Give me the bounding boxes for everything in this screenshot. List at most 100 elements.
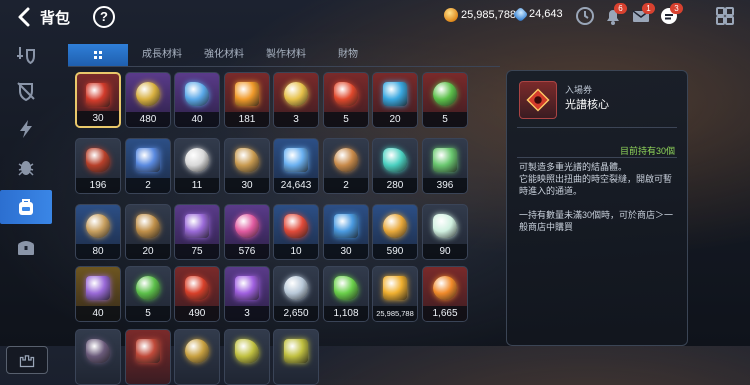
item-count: 20 bbox=[373, 112, 417, 127]
inventory-item[interactable]: 3 bbox=[273, 72, 319, 128]
inventory-item[interactable] bbox=[224, 329, 270, 385]
inventory-item[interactable]: 1,108 bbox=[323, 266, 369, 322]
sidebar-item-defense[interactable] bbox=[8, 74, 44, 108]
alarm-bell-icon[interactable]: 6 bbox=[602, 3, 627, 27]
bullet-icon bbox=[225, 139, 269, 180]
item-count: 5 bbox=[126, 306, 170, 321]
inventory-item[interactable]: 90 bbox=[422, 204, 468, 260]
chat-badge: 3 bbox=[670, 3, 683, 14]
item-count: 11 bbox=[175, 178, 219, 193]
inventory-item[interactable]: 40 bbox=[174, 72, 220, 128]
sidebar-item-storage[interactable] bbox=[8, 230, 44, 264]
item-count: 24,643 bbox=[274, 178, 318, 193]
back-arrow-icon[interactable] bbox=[14, 6, 36, 28]
menu-grid-icon[interactable] bbox=[714, 5, 736, 27]
tab-valuables[interactable]: 財物 bbox=[318, 44, 378, 66]
item-detail-panel: 入場券 光譜核心 目前持有30個 可製造多重光譜的結晶體。 它能映照出扭曲的時空… bbox=[506, 70, 688, 346]
tab-craft-materials[interactable]: 製作材料 bbox=[256, 44, 316, 66]
inventory-item[interactable]: 20 bbox=[372, 72, 418, 128]
mail-icon[interactable]: 1 bbox=[630, 3, 655, 27]
torch-icon bbox=[324, 139, 368, 180]
item-count: 576 bbox=[225, 244, 269, 259]
inventory-item[interactable]: 590 bbox=[372, 204, 418, 260]
inventory-item[interactable]: 24,643 bbox=[273, 138, 319, 194]
purple-medal-icon bbox=[225, 267, 269, 308]
item-count: 5 bbox=[423, 112, 467, 127]
blue-gem-icon bbox=[274, 139, 318, 180]
inventory-item[interactable]: 576 bbox=[224, 204, 270, 260]
gold-coin-icon bbox=[444, 8, 458, 22]
inventory-item[interactable]: 196 bbox=[75, 138, 121, 194]
chat-icon[interactable]: 3 bbox=[658, 3, 683, 27]
item-count: 40 bbox=[175, 112, 219, 127]
help-icon[interactable]: ? bbox=[93, 6, 115, 28]
item-count: 1,108 bbox=[324, 306, 368, 321]
silver-shard-icon bbox=[274, 267, 318, 308]
inventory-item[interactable]: 396 bbox=[422, 138, 468, 194]
inventory-item[interactable]: 80 bbox=[75, 204, 121, 260]
inventory-item[interactable]: 11 bbox=[174, 138, 220, 194]
water-essence-icon bbox=[373, 73, 417, 114]
inventory-item[interactable]: 10 bbox=[273, 204, 319, 260]
inventory-item[interactable]: 1,665 bbox=[422, 266, 468, 322]
all-grid-icon bbox=[94, 51, 102, 59]
inventory-item[interactable]: 2 bbox=[125, 138, 171, 194]
item-count: 490 bbox=[175, 306, 219, 321]
item-count: 280 bbox=[373, 178, 417, 193]
inventory-item[interactable] bbox=[75, 329, 121, 385]
inventory-item[interactable]: 3 bbox=[224, 266, 270, 322]
inventory-item[interactable]: 40 bbox=[75, 266, 121, 322]
teal-crystal-icon bbox=[373, 139, 417, 180]
inventory-item[interactable]: 25,985,788 bbox=[372, 266, 418, 322]
inventory-item[interactable]: 5 bbox=[323, 72, 369, 128]
inventory-item[interactable]: 280 bbox=[372, 138, 418, 194]
orange-emblem-icon bbox=[423, 267, 467, 308]
category-tabs: 成長材料 強化材料 製作材料 財物 bbox=[68, 44, 500, 67]
partial-item-icon bbox=[126, 330, 170, 371]
backpack-icon bbox=[19, 199, 33, 215]
sidebar-item-inventory[interactable] bbox=[0, 190, 52, 224]
sidebar-item-equipment[interactable] bbox=[8, 38, 44, 72]
inventory-item[interactable] bbox=[174, 329, 220, 385]
inventory-item[interactable]: 30 bbox=[323, 204, 369, 260]
sidebar-item-skills[interactable] bbox=[8, 112, 44, 146]
pink-crystal-pile-icon bbox=[225, 205, 269, 246]
inventory-item[interactable]: 5 bbox=[125, 266, 171, 322]
compass-icon bbox=[76, 205, 120, 246]
item-count: 480 bbox=[126, 112, 170, 127]
inventory-item[interactable]: 2 bbox=[323, 138, 369, 194]
inventory-item[interactable]: 181 bbox=[224, 72, 270, 128]
item-count: 3 bbox=[225, 306, 269, 321]
tab-growth-materials[interactable]: 成長材料 bbox=[132, 44, 192, 66]
inventory-item[interactable]: 30 bbox=[224, 138, 270, 194]
item-count: 2 bbox=[126, 178, 170, 193]
item-count: 2,650 bbox=[274, 306, 318, 321]
detail-description: 可製造多重光譜的結晶體。 它能映照出扭曲的時空裂縫，開啟可暫時進入的通道。 一持… bbox=[519, 162, 674, 232]
sidebar-item-pets[interactable] bbox=[8, 150, 44, 184]
alarm-badge: 6 bbox=[614, 3, 627, 14]
partial-item-icon bbox=[274, 330, 318, 371]
tab-all[interactable] bbox=[68, 44, 128, 66]
inventory-item[interactable]: 5 bbox=[422, 72, 468, 128]
inventory-item[interactable]: 2,650 bbox=[273, 266, 319, 322]
clock-icon[interactable] bbox=[574, 5, 596, 27]
item-count: 2 bbox=[324, 178, 368, 193]
castle-button[interactable] bbox=[6, 346, 48, 374]
inventory-item[interactable] bbox=[125, 329, 171, 385]
inventory-item[interactable]: 30 bbox=[75, 72, 121, 128]
inventory-item[interactable]: 480 bbox=[125, 72, 171, 128]
fire-essence-icon bbox=[324, 73, 368, 114]
detail-category: 入場券 bbox=[565, 85, 593, 95]
inventory-item[interactable] bbox=[273, 329, 319, 385]
inventory-item[interactable]: 75 bbox=[174, 204, 220, 260]
gold-amount: 25,985,788 bbox=[461, 9, 517, 21]
detail-item-name: 光譜核心 bbox=[565, 99, 609, 111]
item-count: 80 bbox=[76, 244, 120, 259]
gold-currency: 25,985,788 bbox=[444, 8, 516, 22]
star-badge-icon bbox=[373, 205, 417, 246]
mail-badge: 1 bbox=[642, 3, 655, 14]
item-count: 30 bbox=[77, 111, 119, 126]
inventory-item[interactable]: 20 bbox=[125, 204, 171, 260]
inventory-item[interactable]: 490 bbox=[174, 266, 220, 322]
tab-enhance-materials[interactable]: 強化材料 bbox=[194, 44, 254, 66]
